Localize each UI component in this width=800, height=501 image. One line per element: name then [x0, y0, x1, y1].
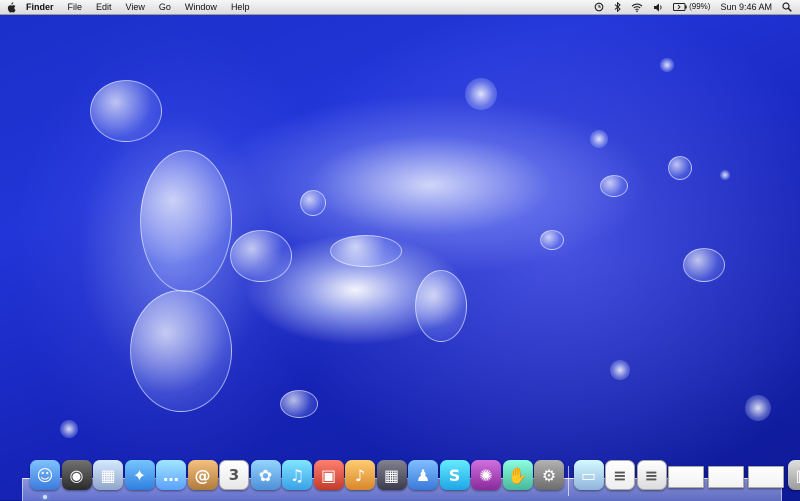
dock-item-trash[interactable]: ▥	[788, 460, 800, 490]
water-drop	[140, 150, 232, 292]
dock-item-finder[interactable]: ☺	[30, 460, 60, 490]
system-preferences-icon: ⚙	[541, 465, 557, 485]
dock-item-applications-folder[interactable]: ▭	[573, 460, 604, 490]
water-drop	[415, 270, 467, 342]
wallpaper-bokeh	[590, 130, 608, 148]
battery-menu[interactable]: (99%)	[668, 0, 715, 14]
time-machine-icon	[594, 2, 604, 12]
dock-item-itunes[interactable]: ♫	[282, 460, 312, 490]
dashboard-icon: ◉	[69, 465, 84, 485]
wallpaper-bokeh	[660, 58, 674, 72]
dock-item-growl[interactable]: ✋	[502, 460, 533, 490]
skype-icon: S	[448, 465, 461, 485]
wifi-menu[interactable]	[626, 3, 648, 12]
dock-item-photo-booth[interactable]: ▣	[313, 460, 344, 490]
document-icon: ≡	[613, 465, 627, 485]
volume-icon	[654, 3, 662, 11]
dock-item-preview[interactable]: ▦	[93, 460, 123, 490]
dock-item-dashboard[interactable]: ◉	[61, 460, 92, 490]
ichat-icon: …	[163, 465, 179, 485]
dock-item-garageband[interactable]: ♪	[345, 460, 375, 490]
dock-item-document[interactable]: ≡	[605, 460, 635, 490]
menu-extras: (99%) Sun 9:46 AM	[589, 0, 800, 14]
water-drop	[668, 156, 692, 180]
dock-item-minimized-window-3[interactable]	[748, 466, 784, 488]
water-drop	[330, 235, 402, 267]
bluetooth-menu[interactable]	[609, 2, 626, 12]
dock-item-spaces[interactable]: ▦	[376, 460, 407, 490]
dock-separator	[567, 466, 569, 496]
dock-item-file-stack[interactable]: ≡	[636, 460, 667, 490]
dock-item-address-book[interactable]: @	[187, 460, 218, 490]
wallpaper-bokeh	[610, 360, 630, 380]
time-machine-menu[interactable]	[589, 2, 609, 12]
volume-menu[interactable]	[648, 3, 668, 12]
dock-item-minimized-window-1[interactable]	[668, 466, 704, 488]
water-drop	[600, 175, 628, 197]
spaces-icon: ▦	[383, 465, 400, 485]
preview-icon: ▦	[100, 465, 116, 485]
water-drop	[90, 80, 162, 142]
dock-item-ical[interactable]: 3	[219, 460, 249, 490]
battery-icon	[673, 3, 687, 11]
apple-menu[interactable]	[0, 1, 22, 13]
photo-booth-icon: ▣	[320, 465, 337, 485]
menu-edit[interactable]: Edit	[89, 0, 119, 14]
dock-item-ichat[interactable]: …	[156, 460, 186, 490]
bluetooth-icon	[614, 2, 621, 12]
wallpaper-bokeh	[720, 170, 730, 180]
dock-item-msn-messenger[interactable]: ♟	[408, 460, 438, 490]
menu-bar: Finder File Edit View Go Window Help (99…	[0, 0, 800, 15]
dock-item-system-preferences[interactable]: ⚙	[534, 460, 564, 490]
wallpaper-bokeh	[745, 395, 771, 421]
finder-icon: ☺	[36, 465, 54, 485]
menu-help[interactable]: Help	[224, 0, 257, 14]
itunes-icon: ♫	[289, 465, 305, 485]
dock: ☺ ◉ ▦ ✦ … @3 ✿ ♫ ▣ ♪ ▦ ♟ S ✺ ✋ ⚙ ▭ ≡ ≡ ▥	[26, 456, 800, 499]
menu-app-finder[interactable]: Finder	[22, 0, 61, 14]
menu-go[interactable]: Go	[152, 0, 178, 14]
dock-item-chat-app[interactable]: ✺	[471, 460, 501, 490]
dock-item-safari[interactable]: ✦	[124, 460, 155, 490]
menu-file[interactable]: File	[61, 0, 90, 14]
messenger-icon: ♟	[415, 465, 431, 485]
water-drop	[683, 248, 725, 282]
battery-percentage: (99%)	[689, 2, 711, 11]
running-indicator	[43, 495, 47, 499]
menu-window[interactable]: Window	[178, 0, 224, 14]
chat-bubble-icon: ✺	[479, 465, 493, 485]
wallpaper-bokeh	[60, 420, 78, 438]
wallpaper-bokeh	[465, 78, 497, 110]
iphoto-icon: ✿	[258, 465, 273, 485]
dock-item-minimized-window-2[interactable]	[708, 466, 744, 488]
water-drop	[540, 230, 564, 250]
water-drop	[280, 390, 318, 418]
safari-icon: ✦	[132, 465, 147, 485]
spotlight-menu[interactable]	[777, 2, 800, 12]
desktop-wallpaper	[0, 0, 800, 500]
apple-logo-icon	[7, 1, 15, 13]
menu-view[interactable]: View	[119, 0, 152, 14]
clock[interactable]: Sun 9:46 AM	[715, 0, 777, 14]
address-book-icon: @	[194, 465, 211, 485]
dock-item-iphoto[interactable]: ✿	[250, 460, 281, 490]
stack-icon: ≡	[644, 465, 659, 485]
ical-icon: 3	[228, 466, 240, 484]
trash-icon: ▥	[795, 466, 800, 485]
folder-icon: ▭	[580, 465, 597, 485]
spotlight-search-icon	[782, 2, 792, 12]
water-drop	[230, 230, 292, 282]
water-drop	[300, 190, 326, 216]
garageband-icon: ♪	[354, 465, 366, 485]
dock-item-skype[interactable]: S	[439, 460, 470, 490]
water-drop	[130, 290, 232, 412]
wifi-icon	[631, 3, 643, 12]
hand-icon: ✋	[507, 465, 528, 485]
